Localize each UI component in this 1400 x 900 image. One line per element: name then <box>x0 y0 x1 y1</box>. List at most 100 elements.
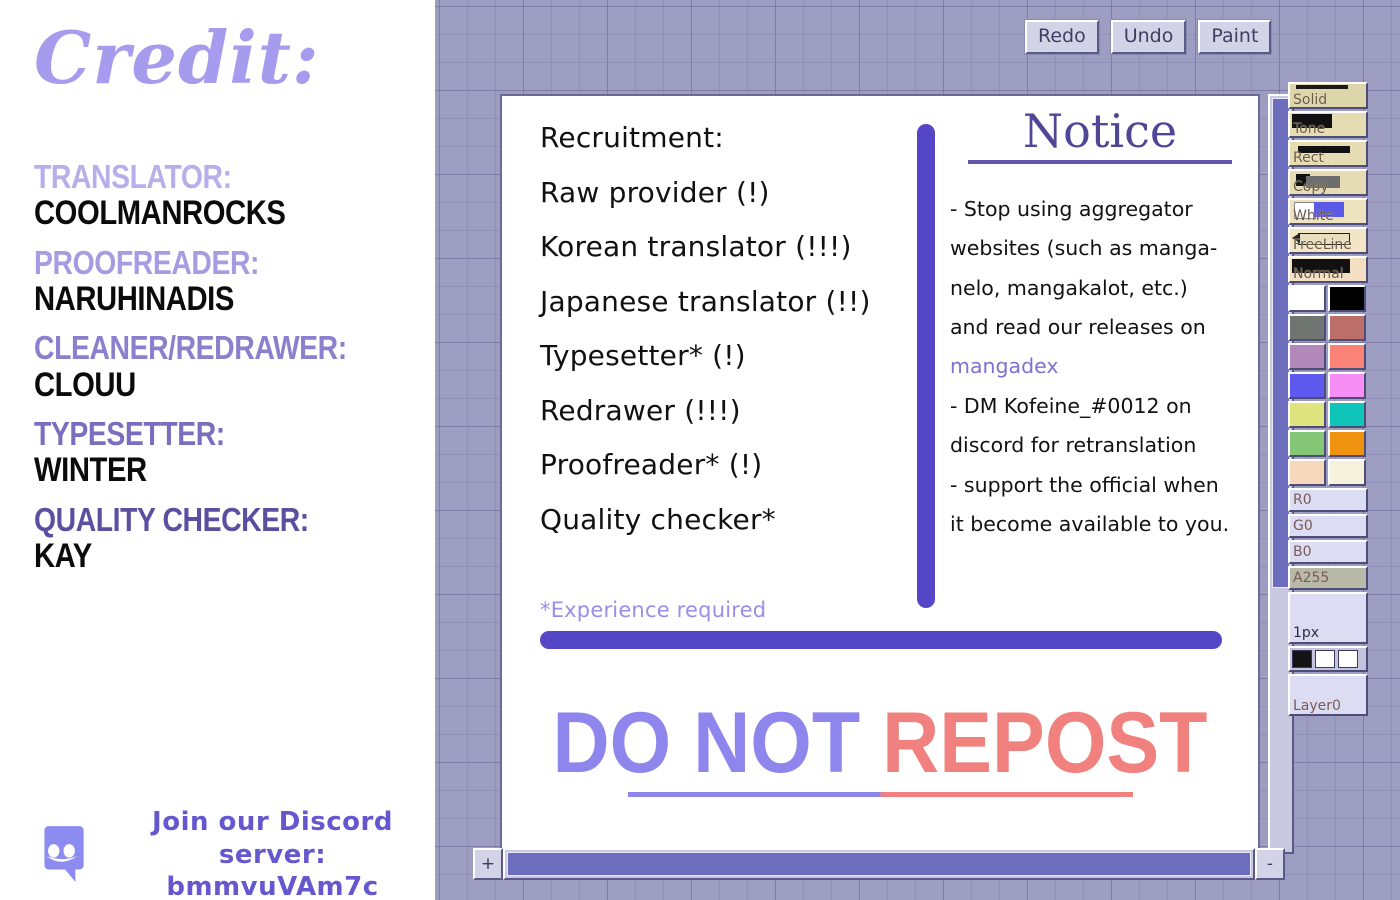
color-swatch[interactable] <box>1288 459 1326 486</box>
credit-name-value: WINTER <box>34 451 147 490</box>
paint-application: Redo Undo Paint Recruitment: Raw provide… <box>435 0 1400 900</box>
do-not-repost-part2: REPOST <box>882 695 1208 791</box>
tool-tone[interactable]: Tone <box>1288 111 1368 138</box>
canvas-horizontal-scrollbar-track[interactable] <box>503 848 1255 880</box>
channel-green-field[interactable]: G0 <box>1288 514 1368 538</box>
color-swatch[interactable] <box>1328 401 1366 428</box>
mini-swatch-row <box>1288 646 1368 672</box>
credit-role-label: CLEANER/REDRAWER: <box>34 329 347 367</box>
notice-line: it become available to you. <box>950 511 1230 536</box>
screenshot-root: Credit: TRANSLATOR: COOLMANROCKS PROOFRE… <box>0 0 1400 900</box>
notice-line: - support the official when <box>950 472 1219 497</box>
color-swatch[interactable] <box>1328 430 1366 457</box>
tool-label: Tone <box>1293 121 1326 137</box>
credit-entry-typesetter: TYPESETTER: WINTER <box>34 415 424 490</box>
tool-white[interactable]: White <box>1288 198 1368 225</box>
credit-heading: Credit: <box>34 15 320 100</box>
recruitment-role: Quality checker* <box>540 502 776 536</box>
credit-entry-translator: TRANSLATOR: COOLMANROCKS <box>34 158 424 233</box>
discord-invite-block[interactable]: Join our Discord server: bmmvuVAm7c <box>30 806 435 900</box>
horizontal-divider <box>540 631 1222 649</box>
mini-color-swatch[interactable] <box>1292 650 1312 668</box>
tool-label: Solid <box>1293 92 1328 108</box>
mini-color-swatch[interactable] <box>1338 650 1358 668</box>
tool-solid[interactable]: Solid <box>1288 82 1368 109</box>
tool-label: White <box>1293 208 1334 224</box>
notice-body: - Stop using aggregator websites (such a… <box>950 190 1250 544</box>
undo-button[interactable]: Undo <box>1110 20 1187 54</box>
do-not-repost-underline <box>627 792 1133 797</box>
recruitment-role: Raw provider (!) <box>540 175 770 209</box>
swatch-row <box>1288 372 1368 399</box>
tool-copy[interactable]: Copy <box>1288 169 1368 196</box>
credit-entry-quality-checker: QUALITY CHECKER: KAY <box>34 500 424 575</box>
discord-invite-code: bmmvuVAm7c <box>166 872 379 900</box>
credit-list: TRANSLATOR: COOLMANROCKS PROOFREADER: NA… <box>34 158 424 588</box>
paint-button[interactable]: Paint <box>1198 20 1272 54</box>
tool-rect[interactable]: Rect <box>1288 140 1368 167</box>
tool-label: FreeLine <box>1293 237 1352 253</box>
notice-line: discord for retranslation <box>950 433 1197 458</box>
mini-color-swatch[interactable] <box>1315 650 1335 668</box>
color-swatch[interactable] <box>1328 314 1366 341</box>
drawing-canvas[interactable]: Recruitment: Raw provider (!) Korean tra… <box>500 94 1260 854</box>
notice-underline <box>968 160 1232 164</box>
credit-panel: Credit: TRANSLATOR: COOLMANROCKS PROOFRE… <box>0 0 435 900</box>
tool-label: Copy <box>1293 179 1329 195</box>
brush-size-box[interactable]: 1px <box>1288 592 1368 644</box>
scroll-right-button[interactable]: - <box>1255 848 1285 880</box>
canvas-horizontal-scrollbar-thumb[interactable] <box>507 852 1251 876</box>
do-not-repost-text: DO NOT REPOST <box>552 700 1207 786</box>
notice-line: - DM Kofeine_#0012 on <box>950 393 1192 418</box>
credit-role-label: PROOFREADER: <box>34 243 260 281</box>
color-swatch[interactable] <box>1288 372 1326 399</box>
credit-name-value: KAY <box>34 537 92 575</box>
color-swatch[interactable] <box>1288 430 1326 457</box>
scroll-left-button[interactable]: + <box>473 848 503 880</box>
do-not-repost-part1: DO NOT <box>552 695 883 791</box>
channel-alpha-field[interactable]: A255 <box>1288 566 1368 590</box>
tool-freeline[interactable]: FreeLine <box>1288 227 1368 254</box>
credit-role-label: TRANSLATOR: <box>34 158 232 195</box>
color-swatch[interactable] <box>1328 343 1366 370</box>
recruitment-role: Japanese translator (!!) <box>540 284 871 318</box>
notice-line: websites (such as manga- <box>950 236 1218 261</box>
swatch-row <box>1288 401 1368 428</box>
mangadex-link[interactable]: mangadex <box>950 347 1250 386</box>
color-swatch[interactable] <box>1288 314 1326 341</box>
credit-name-value: NARUHINADIS <box>34 279 234 318</box>
redo-button[interactable]: Redo <box>1025 20 1099 54</box>
color-swatch[interactable] <box>1288 401 1326 428</box>
credit-role-label: QUALITY CHECKER: <box>34 500 309 538</box>
credit-role-label: TYPESETTER: <box>34 415 225 453</box>
paint-top-toolbar: Redo Undo Paint <box>1025 20 1272 54</box>
credit-entry-proofreader: PROOFREADER: NARUHINADIS <box>34 243 424 318</box>
recruitment-role: Typesetter* (!) <box>540 339 746 373</box>
color-swatch[interactable] <box>1328 285 1366 312</box>
color-swatch[interactable] <box>1328 459 1366 486</box>
tool-palette: Solid Tone Rect Copy White FreeLine Norm… <box>1288 82 1368 716</box>
canvas-horizontal-scrollbar[interactable]: + - <box>473 848 1285 880</box>
swatch-row <box>1288 314 1368 341</box>
credit-name-value: COOLMANROCKS <box>34 194 286 233</box>
swatch-row <box>1288 285 1368 312</box>
recruitment-footnote: *Experience required <box>540 598 767 622</box>
tool-label: Rect <box>1293 150 1324 166</box>
discord-invite-text: Join our Discord server: bmmvuVAm7c <box>110 806 435 900</box>
swatch-row <box>1288 459 1368 486</box>
vertical-divider <box>917 124 935 608</box>
layer-box[interactable]: Layer0 <box>1288 674 1368 716</box>
tool-label: Normal <box>1293 266 1344 282</box>
notice-line: and read our releases on <box>950 315 1206 340</box>
channel-red-field[interactable]: R0 <box>1288 488 1368 512</box>
color-swatch[interactable] <box>1288 343 1326 370</box>
notice-line: - Stop using aggregator <box>950 197 1193 221</box>
color-swatch[interactable] <box>1328 372 1366 399</box>
tool-normal[interactable]: Normal <box>1288 256 1368 283</box>
recruitment-column: Recruitment: Raw provider (!) Korean tra… <box>540 121 920 560</box>
recruitment-heading: Recruitment: <box>540 121 724 154</box>
swatch-row <box>1288 430 1368 457</box>
swatch-row <box>1288 343 1368 370</box>
color-swatch[interactable] <box>1288 285 1326 312</box>
channel-blue-field[interactable]: B0 <box>1288 540 1368 564</box>
